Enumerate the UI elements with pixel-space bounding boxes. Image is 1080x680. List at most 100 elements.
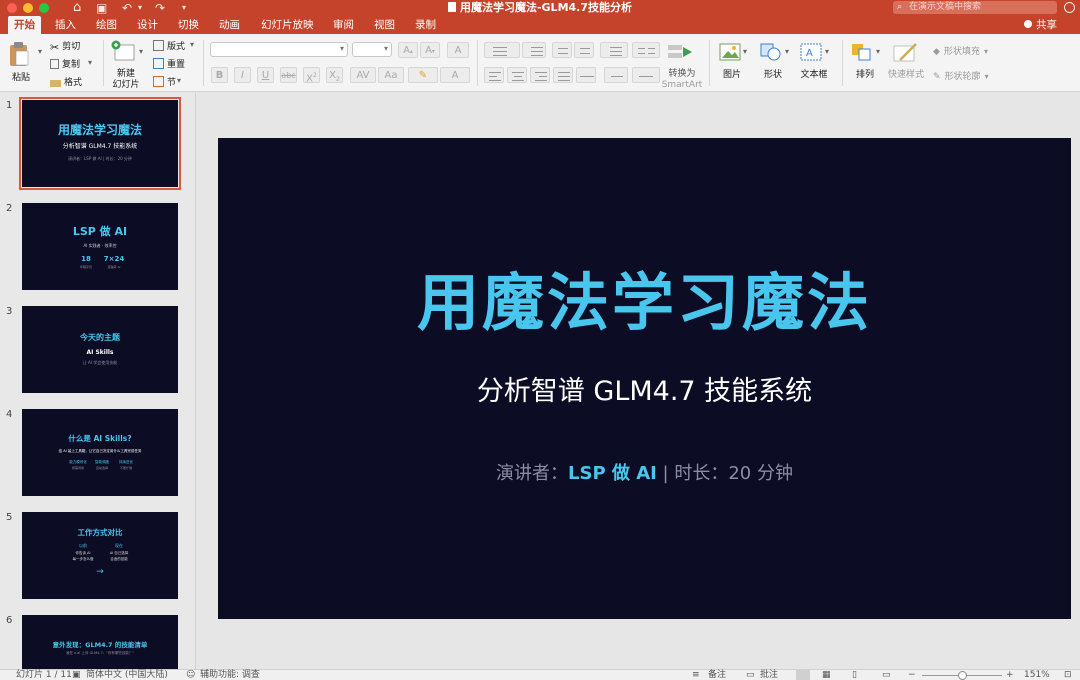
- notes-icon[interactable]: ≡: [692, 669, 700, 680]
- numbering-button[interactable]: [522, 42, 546, 58]
- quick-styles-button[interactable]: [892, 42, 920, 67]
- slide-meta[interactable]: 演讲者：LSP 做 AI | 时长：20 分钟: [218, 461, 1071, 487]
- comments-icon[interactable]: ▭: [746, 669, 755, 680]
- fit-to-window-icon[interactable]: ⊡: [1064, 669, 1072, 680]
- chevron-down-icon: ▾: [984, 72, 989, 81]
- slideshow-icon[interactable]: ▭: [882, 669, 891, 680]
- arrange-button[interactable]: [851, 43, 873, 64]
- font-name-dropdown[interactable]: ▾: [210, 42, 348, 57]
- distributed-button[interactable]: [576, 67, 596, 83]
- cut-button[interactable]: ✂ 剪切: [50, 39, 80, 54]
- thumb-col-title: 能力模块化: [69, 460, 87, 464]
- highlight-color-button[interactable]: ✎: [408, 67, 438, 83]
- accessibility-icon[interactable]: ☺: [186, 669, 195, 680]
- section-dropdown-icon[interactable]: ▾: [177, 76, 181, 85]
- copy-dropdown-icon[interactable]: ▾: [88, 58, 92, 67]
- tab-transitions[interactable]: 切换: [172, 16, 205, 34]
- comments-button[interactable]: 批注: [760, 669, 778, 680]
- layout-dropdown-icon[interactable]: ▾: [190, 40, 194, 49]
- italic-button[interactable]: I: [234, 67, 251, 83]
- tab-animations[interactable]: 动画: [213, 16, 246, 34]
- shape-outline-button[interactable]: ✎ 形状轮廓 ▾: [933, 69, 989, 82]
- decrease-indent-button[interactable]: [552, 42, 572, 58]
- spellcheck-icon[interactable]: ▣: [72, 669, 81, 680]
- font-size-dropdown[interactable]: ▾: [352, 42, 392, 57]
- layout-button[interactable]: 版式: [153, 39, 185, 52]
- zoom-out-button[interactable]: −: [908, 669, 916, 680]
- tab-home[interactable]: 开始: [8, 16, 41, 34]
- slide-thumbnail-1[interactable]: 用魔法学习魔法 分析智谱 GLM4.7 技能系统 演讲者：LSP 做 AI | …: [19, 97, 181, 190]
- align-left-button[interactable]: [484, 67, 504, 83]
- current-slide[interactable]: 用魔法学习魔法 分析智谱 GLM4.7 技能系统 演讲者：LSP 做 AI | …: [218, 138, 1071, 619]
- reset-button[interactable]: 重置: [153, 57, 185, 70]
- grow-font-button[interactable]: A▴: [398, 42, 418, 58]
- slide-thumbnail-4[interactable]: 什么是 AI Skills? 给 AI 装上工具箱，让它自己决定用什么工具完成任…: [22, 409, 178, 496]
- slide-thumbnail-panel[interactable]: 1 用魔法学习魔法 分析智谱 GLM4.7 技能系统 演讲者：LSP 做 AI …: [0, 93, 196, 669]
- change-case-button[interactable]: Aa: [378, 67, 404, 83]
- normal-view-icon[interactable]: [796, 669, 810, 680]
- underline-button[interactable]: U: [257, 67, 274, 83]
- reading-view-icon[interactable]: ▯: [852, 669, 857, 680]
- accessibility-status[interactable]: 辅助功能: 调查: [200, 669, 260, 680]
- slide-thumbnail-6[interactable]: 意外发现：GLM4.7 的技能清单 我在 z.ai 上问 GLM4.7："你有哪…: [22, 615, 178, 669]
- shape-dropdown-icon[interactable]: ▾: [785, 47, 789, 56]
- new-slide-button[interactable]: [111, 40, 135, 65]
- superscript-button[interactable]: X2: [303, 67, 320, 84]
- subscript-button[interactable]: X2: [326, 67, 343, 83]
- slide-title[interactable]: 用魔法学习魔法: [218, 263, 1071, 343]
- arrange-dropdown-icon[interactable]: ▾: [876, 47, 880, 56]
- zoom-slider-handle[interactable]: [958, 671, 967, 680]
- copy-button[interactable]: 复制: [50, 57, 80, 70]
- shape-button[interactable]: [759, 42, 783, 65]
- clear-format-button[interactable]: A: [447, 42, 469, 58]
- align-right-button[interactable]: [530, 67, 550, 83]
- tab-review[interactable]: 审阅: [327, 16, 360, 34]
- clipboard-icon: [10, 42, 29, 66]
- textbox-button[interactable]: A: [799, 42, 823, 65]
- feedback-icon[interactable]: [1064, 2, 1075, 13]
- tab-design[interactable]: 设计: [131, 16, 164, 34]
- language-indicator[interactable]: 简体中文 (中国大陆): [86, 669, 168, 680]
- align-text-button[interactable]: [632, 67, 660, 83]
- text-direction-button[interactable]: [604, 67, 628, 83]
- format-painter-button[interactable]: 格式: [50, 75, 82, 88]
- shrink-font-button[interactable]: A▾: [420, 42, 440, 58]
- bold-button[interactable]: B: [211, 67, 228, 83]
- tab-record[interactable]: 录制: [409, 16, 442, 34]
- paste-button[interactable]: [8, 41, 30, 70]
- line-spacing-button[interactable]: [600, 42, 628, 58]
- character-spacing-button[interactable]: AV: [350, 67, 376, 83]
- justify-button[interactable]: [553, 67, 573, 83]
- picture-button[interactable]: [719, 43, 741, 64]
- scissors-icon: ✂: [50, 41, 60, 54]
- shape-fill-button[interactable]: ◆ 形状填充 ▾: [933, 44, 988, 57]
- convert-smartart-button[interactable]: [667, 43, 693, 64]
- notes-button[interactable]: 备注: [708, 669, 726, 680]
- tab-slideshow[interactable]: 幻灯片放映: [255, 16, 320, 34]
- section-button[interactable]: 节: [153, 75, 176, 88]
- strikethrough-button[interactable]: abc: [280, 67, 297, 83]
- zoom-in-button[interactable]: +: [1006, 669, 1014, 680]
- slide-thumbnail-5[interactable]: 工作方式对比 以前 现在 你告诉 AI 每一步怎么做 AI 自己选择 合适的技能…: [22, 512, 178, 599]
- new-slide-dropdown-icon[interactable]: ▾: [139, 47, 143, 56]
- slide-thumbnail-2[interactable]: LSP 做 AI AI 实践者 · 效率控 18 7×24 年程序员 连轴转 A…: [22, 203, 178, 290]
- slide-sorter-icon[interactable]: ▦: [822, 669, 831, 680]
- columns-button[interactable]: [632, 42, 660, 58]
- slide-editor[interactable]: 用魔法学习魔法 分析智谱 GLM4.7 技能系统 演讲者：LSP 做 AI | …: [197, 93, 1080, 669]
- increase-indent-button[interactable]: [574, 42, 594, 58]
- paste-dropdown-icon[interactable]: ▾: [38, 47, 42, 56]
- share-button[interactable]: 共享: [1024, 16, 1057, 34]
- bullets-button[interactable]: [484, 42, 520, 58]
- picture-dropdown-icon[interactable]: ▾: [743, 47, 747, 56]
- slide-subtitle[interactable]: 分析智谱 GLM4.7 技能系统: [218, 374, 1071, 410]
- search-input[interactable]: ⌕ 在演示文稿中搜索: [893, 1, 1057, 14]
- tab-draw[interactable]: 绘图: [90, 16, 123, 34]
- slide-thumbnail-3[interactable]: 今天的主题 AI Skills 让 AI 学会使用技能: [22, 306, 178, 393]
- thumb-col-text: 按需调用: [71, 466, 84, 470]
- zoom-level[interactable]: 151%: [1024, 669, 1050, 680]
- align-center-button[interactable]: [507, 67, 527, 83]
- tab-view[interactable]: 视图: [368, 16, 401, 34]
- textbox-dropdown-icon[interactable]: ▾: [825, 47, 829, 56]
- tab-insert[interactable]: 插入: [49, 16, 82, 34]
- font-color-button[interactable]: A: [440, 67, 470, 83]
